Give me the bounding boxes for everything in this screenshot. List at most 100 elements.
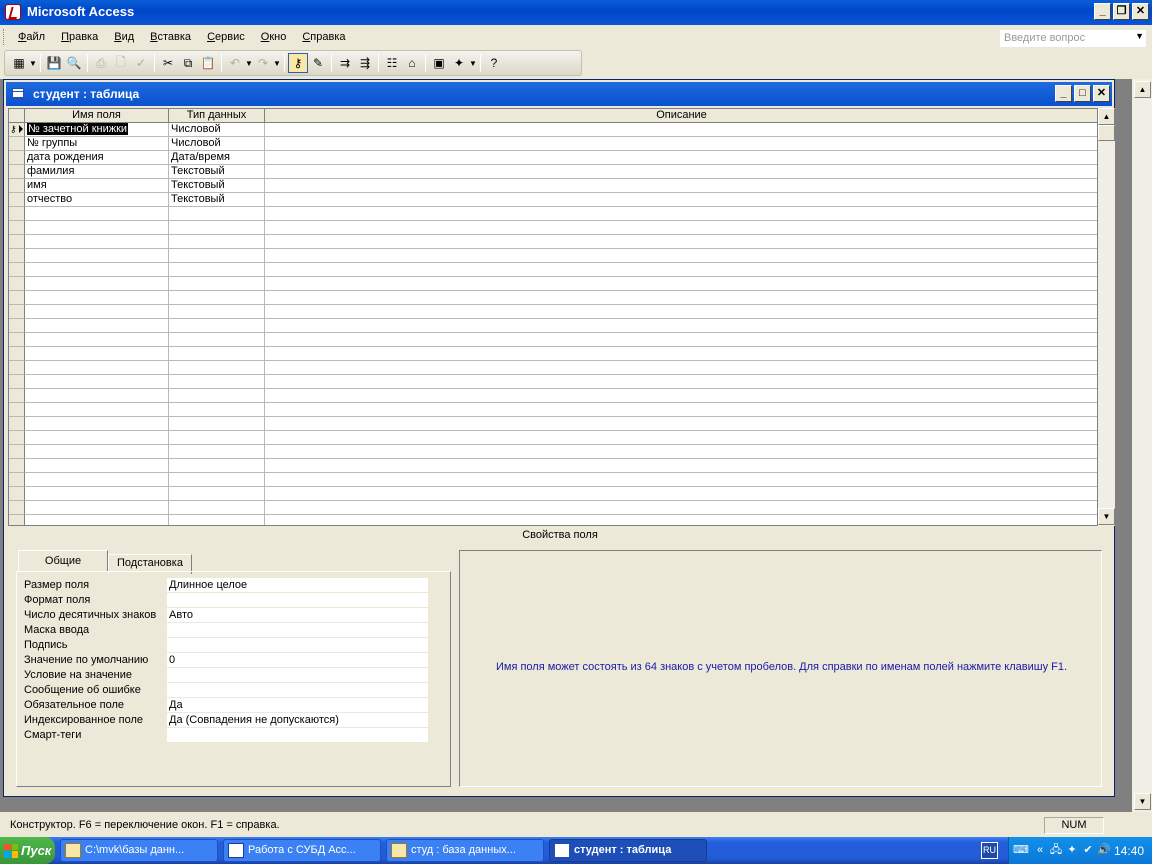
- row-selector[interactable]: [9, 431, 25, 445]
- property-value[interactable]: Длинное целое: [167, 578, 428, 592]
- tab-general[interactable]: Общие: [18, 550, 108, 572]
- property-value[interactable]: Да (Совпадения не допускаются): [167, 713, 428, 727]
- antivirus-icon[interactable]: ✦: [1065, 843, 1079, 857]
- row-selector[interactable]: [9, 361, 25, 375]
- empty-cell[interactable]: [25, 487, 169, 501]
- empty-cell[interactable]: [25, 319, 169, 333]
- empty-cell[interactable]: [265, 221, 1097, 235]
- empty-cell[interactable]: [169, 431, 265, 445]
- empty-cell[interactable]: [25, 207, 169, 221]
- cut-icon[interactable]: ✂: [158, 53, 178, 73]
- empty-cell[interactable]: [25, 417, 169, 431]
- property-value[interactable]: [167, 668, 428, 682]
- empty-table-row[interactable]: [9, 445, 1097, 459]
- menu-file[interactable]: Файл: [10, 31, 53, 43]
- field-name-cell[interactable]: фамилия: [25, 165, 169, 179]
- print-preview-icon[interactable]: 🗋: [111, 53, 131, 73]
- description-cell[interactable]: [265, 193, 1097, 207]
- empty-cell[interactable]: [25, 515, 169, 525]
- menu-help[interactable]: Справка: [294, 31, 353, 43]
- empty-cell[interactable]: [25, 403, 169, 417]
- empty-cell[interactable]: [169, 389, 265, 403]
- empty-cell[interactable]: [169, 445, 265, 459]
- property-value[interactable]: [167, 623, 428, 637]
- row-selector[interactable]: [9, 193, 25, 207]
- empty-cell[interactable]: [265, 445, 1097, 459]
- undo-icon[interactable]: ↶: [225, 53, 245, 73]
- empty-cell[interactable]: [169, 277, 265, 291]
- table-icon[interactable]: [12, 88, 24, 99]
- empty-cell[interactable]: [25, 235, 169, 249]
- empty-cell[interactable]: [169, 375, 265, 389]
- access-app-icon[interactable]: [5, 4, 21, 20]
- property-value[interactable]: Авто: [167, 608, 428, 622]
- safely-remove-icon[interactable]: ✔: [1081, 843, 1095, 857]
- row-selector[interactable]: [9, 291, 25, 305]
- empty-cell[interactable]: [25, 361, 169, 375]
- empty-cell[interactable]: [25, 333, 169, 347]
- spelling-icon[interactable]: ✓: [131, 53, 151, 73]
- undo-dropdown-icon[interactable]: ▼: [245, 59, 253, 68]
- scroll-up-icon[interactable]: ▲: [1134, 81, 1151, 98]
- network-icon[interactable]: 🖧: [1049, 843, 1063, 857]
- description-cell[interactable]: [265, 151, 1097, 165]
- row-selector[interactable]: [9, 459, 25, 473]
- empty-cell[interactable]: [25, 263, 169, 277]
- view-dropdown-icon[interactable]: ▼: [29, 59, 37, 68]
- taskbar-item-table[interactable]: студент : таблица: [549, 839, 707, 862]
- empty-cell[interactable]: [265, 263, 1097, 277]
- property-value[interactable]: [167, 638, 428, 652]
- empty-cell[interactable]: [25, 305, 169, 319]
- empty-cell[interactable]: [265, 361, 1097, 375]
- empty-table-row[interactable]: [9, 277, 1097, 291]
- column-header-field-name[interactable]: Имя поля: [25, 109, 169, 123]
- empty-cell[interactable]: [265, 333, 1097, 347]
- primary-key-icon[interactable]: ⚷: [288, 53, 308, 73]
- empty-table-row[interactable]: [9, 319, 1097, 333]
- empty-cell[interactable]: [169, 305, 265, 319]
- row-selector[interactable]: [9, 515, 25, 525]
- empty-cell[interactable]: [265, 487, 1097, 501]
- delete-rows-icon[interactable]: ⇶: [355, 53, 375, 73]
- empty-cell[interactable]: [169, 319, 265, 333]
- insert-rows-icon[interactable]: ⇉: [335, 53, 355, 73]
- menu-window[interactable]: Окно: [253, 31, 295, 43]
- empty-table-row[interactable]: [9, 235, 1097, 249]
- paste-icon[interactable]: 📋: [198, 53, 218, 73]
- row-selector[interactable]: [9, 235, 25, 249]
- empty-cell[interactable]: [25, 473, 169, 487]
- empty-cell[interactable]: [25, 501, 169, 515]
- app-vertical-scrollbar[interactable]: ▲ ▼: [1132, 79, 1152, 812]
- menu-view[interactable]: Вид: [106, 31, 142, 43]
- empty-cell[interactable]: [169, 207, 265, 221]
- empty-cell[interactable]: [265, 319, 1097, 333]
- row-selector[interactable]: [9, 417, 25, 431]
- empty-table-row[interactable]: [9, 515, 1097, 525]
- empty-cell[interactable]: [169, 333, 265, 347]
- column-header-description[interactable]: Описание: [265, 109, 1097, 123]
- empty-cell[interactable]: [25, 445, 169, 459]
- view-icon[interactable]: ▦: [9, 53, 29, 73]
- empty-table-row[interactable]: [9, 375, 1097, 389]
- empty-cell[interactable]: [169, 235, 265, 249]
- row-selector[interactable]: [9, 151, 25, 165]
- empty-cell[interactable]: [25, 249, 169, 263]
- row-selector[interactable]: [9, 179, 25, 193]
- row-selector[interactable]: [9, 277, 25, 291]
- language-indicator[interactable]: RU: [981, 842, 998, 859]
- property-value[interactable]: [167, 683, 428, 697]
- empty-cell[interactable]: [265, 515, 1097, 525]
- table-minimize-button[interactable]: _: [1055, 85, 1072, 102]
- save-icon[interactable]: 💾: [44, 53, 64, 73]
- empty-cell[interactable]: [265, 417, 1097, 431]
- taskbar-item-explorer[interactable]: C:\mvk\базы данн...: [60, 839, 218, 862]
- restore-button[interactable]: ❐: [1113, 3, 1130, 20]
- empty-cell[interactable]: [265, 431, 1097, 445]
- empty-table-row[interactable]: [9, 347, 1097, 361]
- empty-table-row[interactable]: [9, 221, 1097, 235]
- row-selector[interactable]: [9, 207, 25, 221]
- row-selector[interactable]: ⚷: [9, 123, 25, 137]
- volume-icon[interactable]: 🔊: [1097, 843, 1111, 857]
- empty-cell[interactable]: [265, 235, 1097, 249]
- empty-table-row[interactable]: [9, 249, 1097, 263]
